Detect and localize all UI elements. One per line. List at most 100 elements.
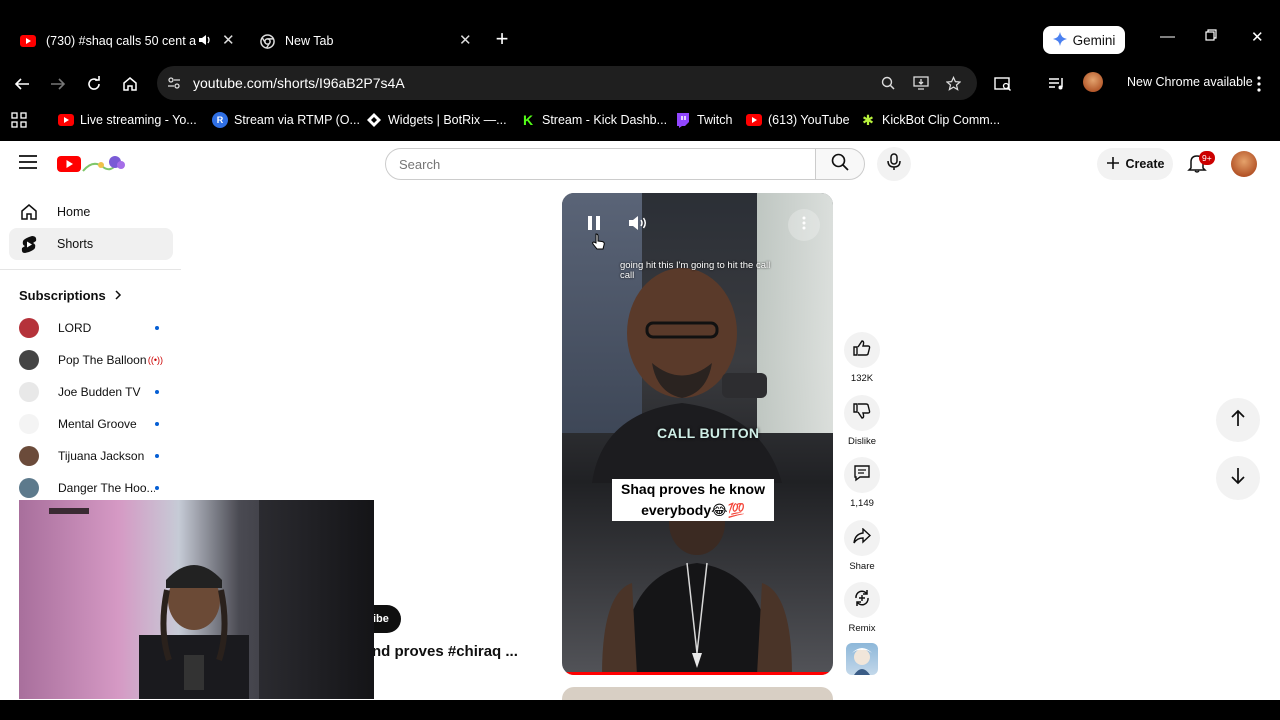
more-vertical-icon bbox=[802, 216, 806, 235]
subscriptions-header[interactable]: Subscriptions bbox=[19, 288, 122, 303]
channel-name: Danger The Hoo... bbox=[58, 481, 155, 495]
account-avatar[interactable] bbox=[1231, 151, 1257, 177]
volume-icon bbox=[628, 215, 648, 236]
plus-icon bbox=[1106, 156, 1120, 173]
comments-button[interactable] bbox=[844, 457, 880, 493]
restore-icon[interactable] bbox=[1205, 28, 1217, 45]
bookmark-live-streaming[interactable]: Live streaming - Yo... bbox=[58, 112, 197, 128]
search-icon bbox=[831, 153, 849, 176]
shorts-video-player[interactable]: going hit this I'm going to hit the call… bbox=[562, 193, 833, 675]
dislike-button[interactable] bbox=[844, 395, 880, 431]
sidebar-item-label: Shorts bbox=[57, 237, 94, 251]
hamburger-menu-icon[interactable] bbox=[19, 155, 39, 171]
youtube-icon bbox=[746, 112, 762, 128]
close-window-icon[interactable]: ✕ bbox=[1251, 28, 1264, 46]
chrome-update-notice[interactable]: New Chrome available bbox=[1127, 75, 1253, 89]
ceiling-fan bbox=[49, 508, 89, 514]
apps-grid-icon[interactable] bbox=[11, 112, 27, 133]
bookmark-youtube[interactable]: (613) YouTube bbox=[746, 112, 850, 128]
new-tab-plus-icon[interactable]: + bbox=[492, 28, 512, 50]
channel-name: LORD bbox=[58, 321, 92, 335]
sidebar-item-home[interactable]: Home bbox=[9, 196, 173, 228]
sidebar-divider bbox=[0, 269, 181, 270]
shorts-icon bbox=[19, 234, 39, 254]
share-label: Share bbox=[849, 561, 875, 572]
browser-profile-avatar[interactable] bbox=[1083, 72, 1103, 92]
tab-youtube-short[interactable]: (730) #shaq calls 50 cent ar ✕ bbox=[20, 24, 240, 58]
share-arrow-icon bbox=[853, 526, 872, 549]
next-short-preview[interactable] bbox=[562, 687, 833, 700]
minimize-icon[interactable]: — bbox=[1160, 28, 1175, 45]
new-content-dot bbox=[155, 486, 159, 490]
site-info-icon[interactable] bbox=[165, 74, 183, 92]
bookmark-star-icon[interactable] bbox=[944, 74, 962, 92]
new-content-dot bbox=[155, 390, 159, 394]
video-subject-figure bbox=[592, 268, 782, 483]
youtube-logo[interactable] bbox=[57, 153, 131, 175]
bookmark-label: Stream - Kick Dashb... bbox=[542, 113, 668, 127]
bookmark-stream-rtmp[interactable]: R Stream via RTMP (O... bbox=[212, 112, 360, 128]
comment-count: 1,149 bbox=[850, 498, 874, 509]
back-icon[interactable] bbox=[12, 74, 32, 94]
microphone-icon bbox=[887, 152, 901, 176]
browser-tabstrip: (730) #shaq calls 50 cent ar ✕ New Tab ✕… bbox=[0, 0, 1280, 66]
media-controls-icon[interactable] bbox=[1047, 74, 1067, 94]
twitch-icon bbox=[675, 112, 691, 128]
arrow-up-icon bbox=[1230, 409, 1246, 432]
subscription-pop-the-balloon[interactable]: Pop The Balloon ((•)) bbox=[19, 348, 169, 372]
like-button[interactable] bbox=[844, 332, 880, 368]
close-tab-icon[interactable]: ✕ bbox=[222, 31, 235, 49]
tab-new-tab[interactable]: New Tab ✕ bbox=[259, 24, 479, 58]
remix-action: Remix bbox=[844, 582, 880, 634]
next-short-button[interactable] bbox=[1216, 456, 1260, 500]
install-app-icon[interactable] bbox=[912, 74, 930, 92]
close-tab-icon[interactable]: ✕ bbox=[459, 31, 472, 49]
mute-button[interactable] bbox=[624, 211, 652, 239]
bookmark-kick-dashboard[interactable]: K Stream - Kick Dashb... bbox=[520, 112, 667, 128]
video-progress-bar[interactable] bbox=[562, 672, 833, 675]
url-text: youtube.com/shorts/I96aB2P7s4A bbox=[193, 75, 405, 91]
channel-name: Tijuana Jackson bbox=[58, 449, 145, 463]
subscription-mental-groove[interactable]: Mental Groove bbox=[19, 412, 169, 436]
comment-icon bbox=[853, 464, 871, 487]
previous-short-button[interactable] bbox=[1216, 398, 1260, 442]
subscription-danger-the-hoo[interactable]: Danger The Hoo... bbox=[19, 476, 169, 500]
subscription-tijuana-jackson[interactable]: Tijuana Jackson bbox=[19, 444, 169, 468]
search-input[interactable] bbox=[385, 148, 816, 180]
address-bar[interactable]: youtube.com/shorts/I96aB2P7s4A bbox=[157, 66, 977, 100]
create-button[interactable]: Create bbox=[1097, 148, 1173, 180]
subscription-joe-budden-tv[interactable]: Joe Budden TV bbox=[19, 380, 169, 404]
voice-search-button[interactable] bbox=[877, 147, 911, 181]
thumbs-up-icon bbox=[853, 339, 871, 362]
tab-title: New Tab bbox=[285, 34, 334, 48]
restream-icon: R bbox=[212, 112, 228, 128]
channel-avatar bbox=[19, 350, 39, 370]
search-button[interactable] bbox=[815, 148, 865, 180]
tab-search-icon[interactable] bbox=[993, 74, 1013, 94]
mouse-cursor-icon bbox=[592, 233, 606, 256]
home-browser-icon[interactable] bbox=[120, 74, 140, 94]
create-label: Create bbox=[1125, 157, 1165, 171]
kebab-menu-icon[interactable] bbox=[1249, 74, 1269, 94]
subscription-lord[interactable]: LORD bbox=[19, 316, 169, 340]
zoom-icon[interactable] bbox=[879, 74, 897, 92]
speaker-icon[interactable] bbox=[198, 33, 212, 50]
bookmark-twitch[interactable]: Twitch bbox=[675, 112, 732, 128]
gemini-button[interactable]: Gemini bbox=[1043, 26, 1125, 54]
bookmark-label: Twitch bbox=[697, 113, 733, 127]
remix-button[interactable] bbox=[844, 582, 880, 618]
share-button[interactable] bbox=[844, 520, 880, 556]
kick-icon: K bbox=[522, 112, 534, 128]
studio-shelves bbox=[259, 500, 374, 699]
sidebar-item-shorts[interactable]: Shorts bbox=[9, 228, 173, 260]
reload-icon[interactable] bbox=[84, 74, 104, 94]
more-options-button[interactable] bbox=[788, 209, 820, 241]
forward-icon[interactable] bbox=[48, 74, 68, 94]
bookmark-label: Widgets | BotRix —... bbox=[388, 113, 507, 127]
short-title[interactable]: nd proves #chiraq ... bbox=[372, 643, 518, 660]
sound-thumbnail[interactable] bbox=[846, 643, 878, 675]
new-content-dot bbox=[155, 422, 159, 426]
chrome-favicon-icon bbox=[259, 33, 275, 49]
bookmark-botrix[interactable]: Widgets | BotRix —... bbox=[366, 112, 507, 128]
bookmark-kickbot[interactable]: ✱ KickBot Clip Comm... bbox=[860, 112, 1000, 128]
